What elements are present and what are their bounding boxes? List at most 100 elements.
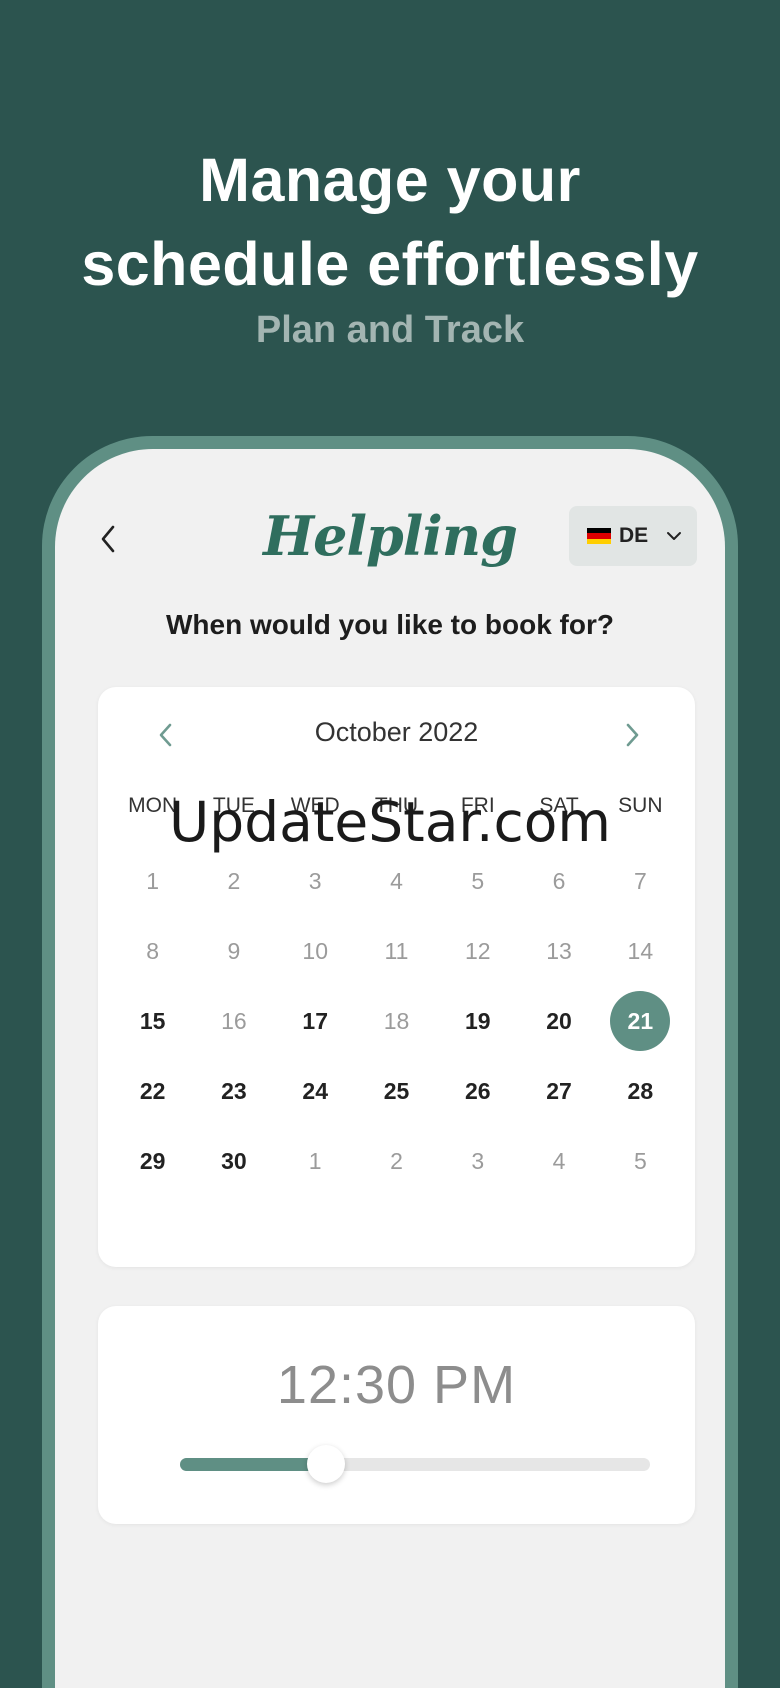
calendar-day[interactable]: 15 bbox=[112, 986, 193, 1056]
calendar-day-label: 5 bbox=[471, 867, 485, 894]
time-value: 12:30 PM bbox=[276, 1355, 517, 1415]
weekday-header: MON TUE WED THU FRI SAT SUN bbox=[112, 794, 681, 818]
calendar-day: 13 bbox=[518, 916, 599, 986]
calendar-day-label: 24 bbox=[302, 1078, 328, 1105]
calendar-day: 8 bbox=[112, 916, 193, 986]
weekday-label: SUN bbox=[618, 794, 663, 817]
language-selector[interactable]: DE bbox=[569, 506, 697, 566]
calendar-day: 3 bbox=[275, 846, 356, 916]
calendar-day[interactable]: 27 bbox=[518, 1057, 599, 1127]
calendar-day[interactable]: 29 bbox=[112, 1127, 193, 1197]
calendar-day: 16 bbox=[193, 986, 274, 1056]
calendar-day[interactable]: 28 bbox=[600, 1057, 681, 1127]
calendar-day-label: 1 bbox=[146, 867, 160, 894]
calendar-day[interactable]: 25 bbox=[356, 1057, 437, 1127]
calendar-day: 3 bbox=[437, 1127, 518, 1197]
calendar-day-label: 3 bbox=[471, 1148, 485, 1175]
hero-title-line-2: schedule effortlessly bbox=[81, 230, 699, 298]
calendar-day-label: 4 bbox=[552, 1148, 566, 1175]
calendar-day[interactable]: 19 bbox=[437, 986, 518, 1056]
calendar-day-label: 19 bbox=[464, 1007, 491, 1034]
calendar-day-label: 1 bbox=[308, 1148, 322, 1175]
next-month-button[interactable] bbox=[613, 715, 653, 755]
calendar-day-label: 23 bbox=[221, 1078, 247, 1105]
weekday-label: SAT bbox=[539, 794, 579, 817]
time-slider-fill bbox=[180, 1458, 326, 1471]
calendar-day: 7 bbox=[600, 846, 681, 916]
calendar-day-label: 25 bbox=[383, 1078, 410, 1105]
phone-frame: Helpling DE When would you like to book … bbox=[42, 436, 738, 1688]
phone-screen: Helpling DE When would you like to book … bbox=[55, 449, 725, 1688]
weekday-label: THU bbox=[374, 794, 419, 817]
time-slider-thumb[interactable] bbox=[306, 1445, 345, 1483]
calendar-day-label: 2 bbox=[390, 1148, 403, 1175]
calendar-day-label: 17 bbox=[302, 1007, 328, 1034]
calendar-day-label: 9 bbox=[227, 937, 241, 964]
chevron-left-icon bbox=[101, 525, 115, 553]
calendar-day: 1 bbox=[112, 846, 193, 916]
weekday-label: WED bbox=[290, 794, 340, 817]
calendar-day-label: 15 bbox=[139, 1007, 166, 1034]
calendar-day[interactable]: 24 bbox=[275, 1057, 356, 1127]
language-code: DE bbox=[619, 524, 649, 547]
calendar-day: 4 bbox=[518, 1127, 599, 1197]
calendar-day: 2 bbox=[356, 1127, 437, 1197]
calendar-day[interactable]: 22 bbox=[112, 1057, 193, 1127]
calendar-day[interactable]: 20 bbox=[518, 986, 599, 1056]
calendar-day-label: 7 bbox=[633, 867, 647, 894]
calendar-day-label: 27 bbox=[546, 1078, 572, 1105]
time-card: 12:30 PM bbox=[98, 1306, 695, 1524]
app-root: Manage your schedule effortlessly Plan a… bbox=[0, 0, 780, 1688]
chevron-right-icon bbox=[626, 723, 639, 747]
calendar-days: 1 2 3 4 5 6 7 8 9 10 11 12 13 14 15 16 17 18 19 20 21 22 23 24 2… bbox=[112, 846, 681, 1197]
calendar-day-label: 14 bbox=[627, 937, 654, 964]
calendar-day-label: 5 bbox=[633, 1148, 647, 1175]
calendar-day: 10 bbox=[275, 916, 356, 986]
calendar-day[interactable]: 17 bbox=[275, 986, 356, 1056]
calendar-day-label: 13 bbox=[546, 937, 572, 964]
weekday-label: MON bbox=[128, 794, 178, 817]
calendar-day: 6 bbox=[518, 846, 599, 916]
calendar-day: 4 bbox=[356, 846, 437, 916]
calendar-day[interactable]: 26 bbox=[437, 1057, 518, 1127]
calendar-day-label: 20 bbox=[546, 1007, 572, 1034]
hero-title-line-1: Manage your bbox=[199, 146, 581, 214]
booking-question: When would you like to book for? bbox=[166, 609, 614, 640]
calendar-day[interactable]: 30 bbox=[193, 1127, 274, 1197]
calendar-day: 9 bbox=[193, 916, 274, 986]
calendar-day-label: 4 bbox=[390, 867, 403, 894]
calendar-day: 11 bbox=[356, 916, 437, 986]
calendar-day-label: 12 bbox=[464, 937, 491, 964]
calendar-day-label: 30 bbox=[221, 1148, 247, 1175]
time-slider[interactable] bbox=[180, 1445, 650, 1483]
calendar-day: 5 bbox=[600, 1127, 681, 1197]
calendar-day-label: 26 bbox=[464, 1078, 491, 1105]
calendar-day-label: 16 bbox=[221, 1007, 247, 1034]
calendar-day-label: 11 bbox=[384, 937, 409, 964]
calendar-day: 1 bbox=[275, 1127, 356, 1197]
calendar-day: 2 bbox=[193, 846, 274, 916]
calendar-day-label: 22 bbox=[139, 1078, 166, 1105]
calendar-day-label: 3 bbox=[308, 867, 322, 894]
hero-subtitle: Plan and Track bbox=[255, 309, 525, 351]
calendar-card: October 2022 MON TUE WED THU FRI SAT SUN 12345… bbox=[98, 687, 695, 1267]
germany-flag-icon bbox=[587, 528, 611, 544]
calendar-day-selected[interactable]: 21 bbox=[600, 986, 681, 1056]
calendar-day[interactable]: 23 bbox=[193, 1057, 274, 1127]
weekday-label: FRI bbox=[460, 794, 495, 817]
chevron-down-icon bbox=[667, 532, 682, 540]
calendar-day-label: 29 bbox=[139, 1148, 166, 1175]
month-label: October 2022 bbox=[314, 717, 479, 747]
calendar-day: 5 bbox=[437, 846, 518, 916]
calendar-day-label: 2 bbox=[227, 867, 241, 894]
back-button[interactable] bbox=[93, 519, 123, 559]
weekday-label: TUE bbox=[212, 794, 255, 817]
calendar-day-label: 8 bbox=[146, 937, 160, 964]
calendar-day-label: 28 bbox=[627, 1078, 654, 1105]
calendar-day-label: 6 bbox=[552, 867, 566, 894]
calendar-day-label: 18 bbox=[383, 1007, 410, 1034]
calendar-day-label: 21 bbox=[610, 991, 671, 1052]
helpling-logo: Helpling bbox=[263, 504, 518, 568]
calendar-day: 18 bbox=[356, 986, 437, 1056]
hero-title: Manage your schedule effortlessly bbox=[0, 138, 780, 306]
